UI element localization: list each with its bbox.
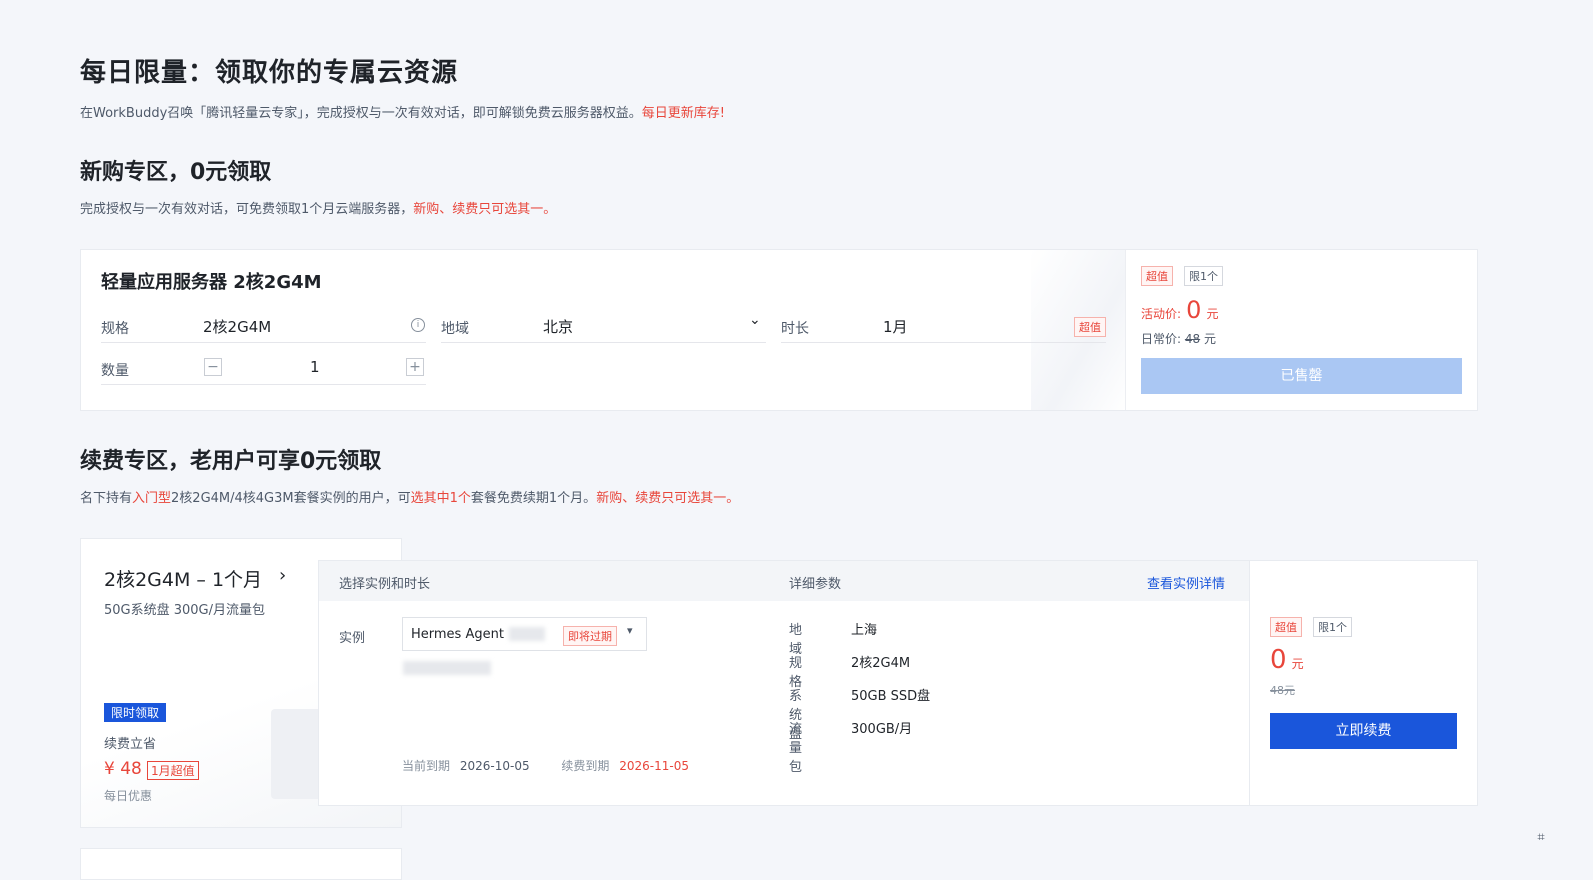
renew-desc-6: 新购、续费只可选其一。 [596, 491, 740, 506]
hero-description-highlight: 每日更新库存! [641, 106, 725, 121]
renew-desc-4: 选其中1个 [410, 491, 471, 506]
expiry-row: 当前到期 2026-10-05 续费到期 2026-11-05 [402, 757, 689, 774]
normal-label: 日常价: [1141, 332, 1182, 346]
sold-out-button[interactable]: 已售罄 [1141, 358, 1462, 394]
page-title: 每日限量：领取你的专属云资源 [80, 58, 459, 88]
param-value: 上海 [851, 623, 878, 638]
renew-original-price: 48元 [1270, 684, 1295, 697]
quantity-label: 数量 [101, 363, 129, 379]
scan-icon[interactable]: ⌗ [1533, 830, 1549, 846]
renew-desc-3: 2核2G4M/4核4G3M套餐实例的用户，可 [171, 491, 411, 506]
renew-now-button[interactable]: 立即续费 [1270, 713, 1457, 749]
limited-badge: 限时领取 [104, 703, 167, 722]
limit-tag: 限1个 [1184, 266, 1223, 286]
renew-section-title: 续费专区，老用户可享0元领取 [80, 449, 382, 474]
card-divider [1125, 250, 1126, 410]
renew-expiry-label: 续费到期 [561, 759, 610, 773]
product-title: 轻量应用服务器 2核2G4M [101, 272, 322, 293]
renew-panel-header [319, 561, 1249, 601]
renew-save-caption: 续费立省 [104, 737, 157, 752]
chevron-down-icon[interactable]: ⌄ [749, 312, 761, 328]
param-value: 50GB SSD盘 [851, 689, 931, 704]
current-expiry-label: 当前到期 [402, 759, 451, 773]
renew-desc-1: 名下持有 [80, 491, 133, 506]
promo-price: 活动价: 0 元 [1141, 296, 1219, 324]
renew-footer: 每日优惠 [104, 789, 153, 803]
renew-limit-tag: 限1个 [1313, 617, 1352, 637]
renew-price-unit: 元 [1291, 657, 1304, 671]
duration-underline [781, 342, 1106, 343]
promo-unit: 元 [1206, 307, 1219, 321]
new-purchase-card: 轻量应用服务器 2核2G4M 规格 2核2G4M i 地域 北京 ⌄ 时长 1月… [80, 249, 1478, 411]
renew-desc-5: 套餐免费续期1个月。 [470, 491, 597, 506]
promo-price-value: 0 [1186, 296, 1202, 324]
normal-price: 日常价: 48 元 [1141, 330, 1216, 347]
renew-expiry-value: 2026-11-05 [619, 759, 690, 773]
renew-price-tag: 1月超值 [147, 761, 199, 780]
new-section-title: 新购专区，0元领取 [80, 160, 272, 185]
region-select[interactable]: 北京 [543, 316, 573, 337]
view-instance-link[interactable]: 查看实例详情 [1147, 573, 1225, 592]
quantity-underline [101, 384, 426, 385]
renew-save-price: ¥ 48 [104, 759, 142, 779]
new-section-description: 完成授权与一次有效对话，可免费领取1个月云端服务器，新购、续费只可选其一。 [80, 198, 556, 217]
renew-price: 0 元 [1270, 645, 1304, 675]
new-section-desc-main: 完成授权与一次有效对话，可免费领取1个月云端服务器， [80, 202, 414, 217]
new-section-desc-highlight: 新购、续费只可选其一。 [413, 202, 557, 217]
info-icon[interactable]: i [411, 318, 425, 332]
instance-label: 实例 [339, 631, 366, 646]
quantity-plus-button[interactable]: + [406, 358, 424, 376]
renew-panel: 选择实例和时长 详细参数 查看实例详情 实例 Hermes Agent 即将过期… [318, 560, 1478, 806]
value-tag: 超值 [1141, 266, 1173, 286]
caret-down-icon[interactable]: ▾ [627, 624, 633, 637]
duration-label: 时长 [781, 321, 809, 337]
instance-select[interactable]: Hermes Agent 即将过期 ▾ [402, 617, 647, 651]
chevron-right-icon[interactable]: › [279, 565, 286, 586]
spec-value: 2核2G4M [203, 318, 272, 336]
hero-description-main: 在WorkBuddy召唤「腾讯轻量云专家」，完成授权与一次有效对话，即可解锁免费… [80, 106, 642, 121]
param-value: 2核2G4M [851, 656, 911, 671]
renew-desc-2: 入门型 [132, 491, 172, 506]
quantity-value[interactable]: 1 [310, 358, 320, 376]
param-label: 流量包 [789, 722, 803, 775]
expiring-tag: 即将过期 [563, 626, 617, 646]
normal-unit: 元 [1203, 332, 1216, 346]
param-value: 300GB/月 [851, 722, 913, 737]
renew-value-tag: 超值 [1270, 617, 1302, 637]
instance-id-redacted [509, 627, 545, 641]
renew-section-description: 名下持有入门型2核2G4M/4核4G3M套餐实例的用户，可选其中1个套餐免费续期… [80, 487, 739, 506]
renew-price-value: 0 [1270, 645, 1287, 675]
current-expiry-value: 2026-10-05 [459, 759, 530, 773]
region-label: 地域 [441, 321, 469, 337]
spec-underline [101, 342, 426, 343]
quantity-minus-button[interactable]: − [204, 358, 222, 376]
normal-price-value: 48 [1184, 332, 1201, 346]
renew-panel-divider [1249, 561, 1250, 805]
promo-label: 活动价: [1141, 307, 1182, 321]
region-underline [441, 342, 766, 343]
duration-select[interactable]: 1月 [883, 316, 908, 337]
next-plan-card[interactable] [80, 848, 402, 880]
instance-meta-redacted [403, 661, 491, 675]
spec-label: 规格 [101, 321, 129, 337]
instance-value: Hermes Agent [411, 627, 504, 642]
renew-panel-head-left: 选择实例和时长 [339, 577, 431, 592]
renew-plan-subtitle: 50G系统盘 300G/月流量包 [104, 603, 266, 618]
renew-plan-title: 2核2G4M – 1个月 [104, 569, 263, 591]
renew-panel-head-mid: 详细参数 [789, 577, 842, 592]
duration-tag: 超值 [1074, 317, 1106, 337]
hero-description: 在WorkBuddy召唤「腾讯轻量云专家」，完成授权与一次有效对话，即可解锁免费… [80, 102, 725, 121]
